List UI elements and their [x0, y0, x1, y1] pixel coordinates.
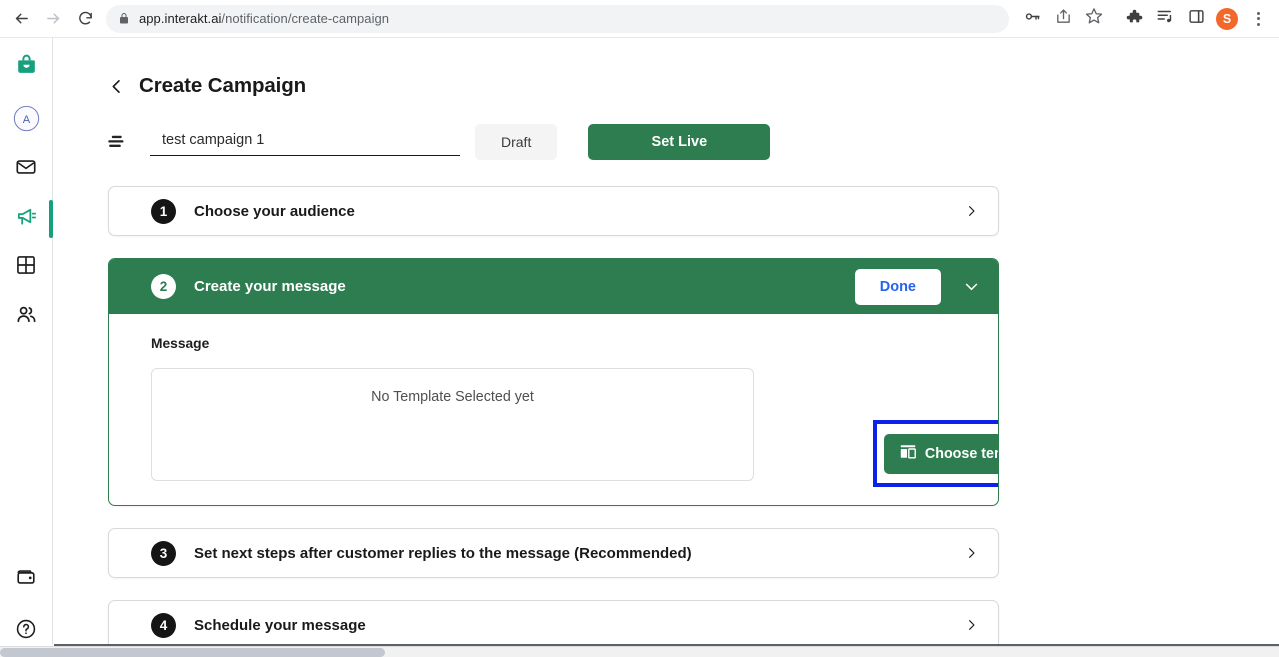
reading-list-icon [1156, 7, 1174, 30]
key-icon [1024, 8, 1041, 30]
puzzle-icon [1126, 8, 1143, 30]
avatar: S [1216, 7, 1238, 30]
sidebar-item-catalog[interactable] [0, 243, 53, 292]
message-row: No Template Selected yet [151, 368, 972, 481]
step-card-4[interactable]: 4 Schedule your message [108, 600, 999, 650]
horizontal-scrollbar[interactable] [0, 646, 1279, 657]
set-live-button[interactable]: Set Live [588, 124, 771, 160]
password-manager-button[interactable] [1017, 4, 1047, 34]
step-2-header[interactable]: 2 Create your message Done [109, 259, 998, 314]
arrow-right-icon [45, 10, 62, 27]
browser-nav-buttons [0, 4, 100, 34]
sidebar-item-wallet[interactable] [0, 553, 53, 605]
choose-template-highlight: Choose template [873, 420, 998, 487]
sidebar-item-account[interactable]: A [0, 96, 53, 145]
avatar-a-icon: A [13, 105, 40, 137]
step-title: Choose your audience [194, 202, 355, 220]
wallet-icon [15, 566, 37, 593]
list-lines-icon [104, 134, 134, 150]
no-template-text: No Template Selected yet [371, 389, 534, 405]
address-bar[interactable]: app.interakt.ai/notification/create-camp… [106, 4, 1009, 33]
share-button[interactable] [1048, 4, 1078, 34]
page-header: Create Campaign [108, 74, 1279, 98]
sidebar-item-campaigns[interactable] [0, 194, 53, 243]
bag-logo-icon [14, 52, 39, 82]
app-sidebar: A [0, 38, 53, 657]
template-layout-icon [900, 444, 916, 463]
envelope-icon [15, 156, 37, 183]
sidebar-item-logo[interactable] [0, 38, 53, 96]
grid-icon [15, 254, 37, 281]
status-badge[interactable]: Draft [475, 124, 558, 160]
three-dot-menu-icon [1256, 11, 1260, 26]
sidebar-item-inbox[interactable] [0, 145, 53, 194]
choose-template-label: Choose template [924, 445, 998, 462]
scrollbar-thumb[interactable] [0, 648, 385, 657]
step-1-header[interactable]: 1 Choose your audience [109, 187, 998, 235]
reload-button[interactable] [70, 4, 100, 34]
chrome-menu-button[interactable] [1243, 4, 1273, 34]
campaign-toolbar: Draft Set Live [104, 124, 1279, 160]
url-host: app.interakt.ai [139, 11, 222, 26]
message-label: Message [151, 336, 210, 351]
back-button[interactable] [6, 4, 36, 34]
browser-toolbar: app.interakt.ai/notification/create-camp… [0, 0, 1279, 38]
main-content: Create Campaign Draft Set Live 1 Choose … [54, 38, 1279, 657]
side-panel-icon [1188, 8, 1205, 30]
template-preview-box: No Template Selected yet [151, 368, 754, 481]
megaphone-icon [15, 205, 38, 233]
step-number-badge: 3 [151, 540, 176, 566]
chevron-down-icon[interactable] [963, 278, 980, 295]
svg-text:A: A [22, 113, 30, 125]
url-text: app.interakt.ai/notification/create-camp… [139, 11, 389, 26]
done-button[interactable]: Done [854, 268, 941, 305]
chevron-right-icon[interactable] [965, 202, 978, 220]
reading-list-button[interactable] [1150, 4, 1180, 34]
people-icon [15, 303, 38, 331]
step-4-header[interactable]: 4 Schedule your message [109, 601, 998, 649]
bookmark-button[interactable] [1079, 4, 1109, 34]
star-icon [1085, 7, 1103, 30]
step-number-badge: 4 [151, 612, 176, 638]
campaign-steps: 1 Choose your audience 2 Create your mes… [108, 186, 999, 650]
arrow-left-icon [13, 10, 30, 27]
url-path: /notification/create-campaign [221, 11, 390, 26]
lock-icon [118, 12, 130, 25]
extensions-button[interactable] [1119, 4, 1149, 34]
step-number-badge: 1 [151, 198, 176, 224]
step-2-body: Message No Template Selected yet Choose … [109, 314, 998, 505]
chevron-right-icon[interactable] [965, 544, 978, 562]
reload-icon [77, 10, 94, 27]
step-card-1[interactable]: 1 Choose your audience [108, 186, 999, 236]
step-number-badge: 2 [151, 274, 176, 299]
step-card-2[interactable]: 2 Create your message Done Message No Te… [108, 258, 999, 506]
choose-template-button[interactable]: Choose template [883, 433, 998, 474]
side-panel-button[interactable] [1181, 4, 1211, 34]
step-title: Set next steps after customer replies to… [194, 544, 692, 562]
back-chevron-button[interactable] [108, 76, 125, 97]
step-card-3[interactable]: 3 Set next steps after customer replies … [108, 528, 999, 578]
browser-toolbar-icons: S [1017, 4, 1279, 34]
forward-button[interactable] [38, 4, 68, 34]
campaign-name-input[interactable] [150, 128, 460, 156]
profile-button[interactable]: S [1212, 4, 1242, 34]
chevron-right-icon[interactable] [965, 616, 978, 634]
page-title: Create Campaign [139, 74, 307, 97]
share-icon [1055, 8, 1072, 30]
step-3-header[interactable]: 3 Set next steps after customer replies … [109, 529, 998, 577]
help-circle-icon [15, 618, 37, 645]
sidebar-item-contacts[interactable] [0, 292, 53, 341]
step-title: Create your message [194, 278, 346, 295]
step-title: Schedule your message [194, 616, 366, 634]
